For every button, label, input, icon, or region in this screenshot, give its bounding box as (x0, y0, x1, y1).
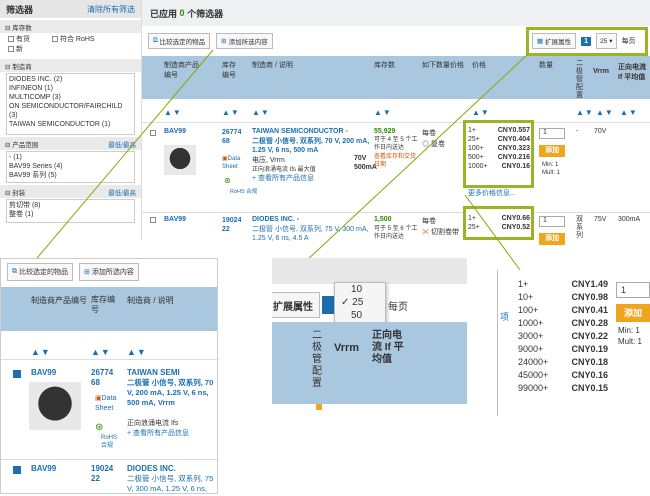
price-qty: 24000+ (518, 357, 549, 367)
price-qty: 3000+ (518, 331, 544, 341)
zoom-column-header: 制造商产品编号 库存编号 制造商 / 说明 (1, 287, 217, 331)
price-value: CNY0.15 (571, 383, 608, 393)
per-page-label: 每页 (388, 302, 408, 313)
row-checkbox-checked[interactable] (13, 466, 21, 474)
price-value: CNY0.16 (571, 370, 608, 380)
product-description[interactable]: 二极管 小信号, 双系列, 75 V, 300 mA, 1.25 V, 6 ns… (127, 474, 217, 496)
mult-qty: Mult: 1 (618, 337, 643, 346)
col-diode[interactable]: 二极管配置 (312, 330, 324, 390)
price-qty: 10+ (518, 292, 534, 302)
price-value: CNY0.98 (571, 292, 608, 302)
price-value: CNY0.41 (571, 305, 608, 315)
row-checkbox-checked[interactable] (13, 370, 21, 378)
sort-arrows[interactable]: ▲▼ (31, 347, 51, 357)
zoom-column-header (272, 322, 467, 410)
product-image[interactable] (29, 382, 81, 430)
table-row: BAV99 2677468 ▣Data Sheet ⊛ RoHS 合规 TAIW… (1, 359, 219, 457)
expand-attributes-button[interactable]: 扩展属性 (272, 292, 320, 318)
price-breaks: 1+ CNY1.49 10+ CNY0.98 100+ CNY0.41 1000+ CN… (518, 278, 608, 395)
row-strip (272, 404, 467, 410)
sort-arrows[interactable]: ▲▼ (91, 347, 111, 357)
zoom-toolbar: ⧉ 比较选定的物品 ⊞ 添加所选内容 (1, 259, 217, 285)
price-qty: 1000+ (518, 318, 544, 328)
dropdown-option[interactable]: 10 (335, 283, 385, 296)
compare-icon: ⧉ (12, 268, 17, 275)
add-to-cart-button[interactable]: 添加 (616, 304, 650, 322)
price-qty: 45000+ (518, 370, 549, 380)
price-qty: 9000+ (518, 344, 544, 354)
zoom-panel-per-page: 扩展属性 每页 10 ✓ 25 50 100 二极管配置 Vrrm 正向电流 I… (272, 258, 467, 410)
checkmark-icon: ✓ (341, 297, 353, 308)
datasheet-link[interactable]: ▣Data Sheet (95, 394, 121, 414)
price-qty: 1+ (518, 279, 529, 289)
price-value: CNY0.28 (571, 318, 608, 328)
sort-arrows[interactable]: ▲▼ (127, 347, 147, 357)
compare-button-label: 比较选定的物品 (19, 269, 68, 276)
rohs-icon: ⊛ (95, 422, 104, 433)
price-qty: 100+ (518, 305, 539, 315)
price-value: CNY0.22 (571, 331, 608, 341)
price-qty: 99000+ (518, 383, 549, 393)
view-all-info-link[interactable]: + 查看所有产品信息 (127, 428, 189, 438)
spec-label: 正向浪涌电流 Ifs (127, 420, 179, 427)
price-value: CNY0.18 (571, 357, 608, 367)
col-mfr-part[interactable]: 制造商产品编号 (31, 295, 87, 306)
compare-button[interactable]: ⧉ 比较选定的物品 (7, 263, 73, 281)
add-button-edge (316, 404, 322, 410)
pdf-icon: ▣ (95, 395, 102, 402)
zoom-top-bar (272, 258, 467, 284)
table-row: BAV99 1902422 DIODES INC. 二极管 小信号, 双系列, … (1, 459, 219, 496)
expand-label: 扩展属性 (273, 301, 313, 313)
add-selected-label: 添加所选内容 (91, 269, 134, 276)
min-qty: Min: 1 (618, 326, 640, 335)
zoom-panel-prices: 项 1+ CNY1.49 10+ CNY0.98 100+ CNY0.41 1000+… (497, 270, 650, 416)
part-number-link[interactable]: BAV99 (31, 464, 56, 473)
col-stock-no[interactable]: 库存编号 (91, 295, 117, 315)
price-value: CNY0.19 (571, 344, 608, 354)
option-label: 25 (352, 297, 364, 308)
quantity-input[interactable]: 1 (616, 282, 650, 298)
sku-link[interactable]: 2677468 (91, 368, 115, 388)
manufacturer-name[interactable]: DIODES INC. (127, 464, 176, 473)
dropdown-option[interactable]: 50 (335, 309, 385, 322)
rohs-label: RoHS 合规 (101, 435, 118, 449)
cart-add-icon: ⊞ (84, 269, 90, 276)
zoom-panel-compare: ⧉ 比较选定的物品 ⊞ 添加所选内容 制造商产品编号 库存编号 制造商 / 说明 ▲… (0, 258, 219, 496)
manufacturer-name[interactable]: TAIWAN SEMI (127, 368, 180, 377)
col-vrrm[interactable]: Vrrm (334, 342, 359, 354)
add-selected-button[interactable]: ⊞ 添加所选内容 (79, 263, 139, 281)
col-mfr-desc[interactable]: 制造商 / 说明 (127, 295, 174, 306)
dropdown-option-selected[interactable]: ✓ 25 (335, 296, 385, 309)
product-description[interactable]: 二极管 小信号, 双系列, 70 V, 200 mA, 1.25 V, 6 ns… (127, 378, 217, 418)
side-text: 项 (500, 312, 510, 322)
part-number-link[interactable]: BAV99 (31, 368, 56, 377)
col-if[interactable]: 正向电流 If 平均值 (372, 330, 408, 366)
sku-link[interactable]: 1902422 (91, 464, 115, 484)
price-value: CNY1.49 (571, 279, 608, 289)
